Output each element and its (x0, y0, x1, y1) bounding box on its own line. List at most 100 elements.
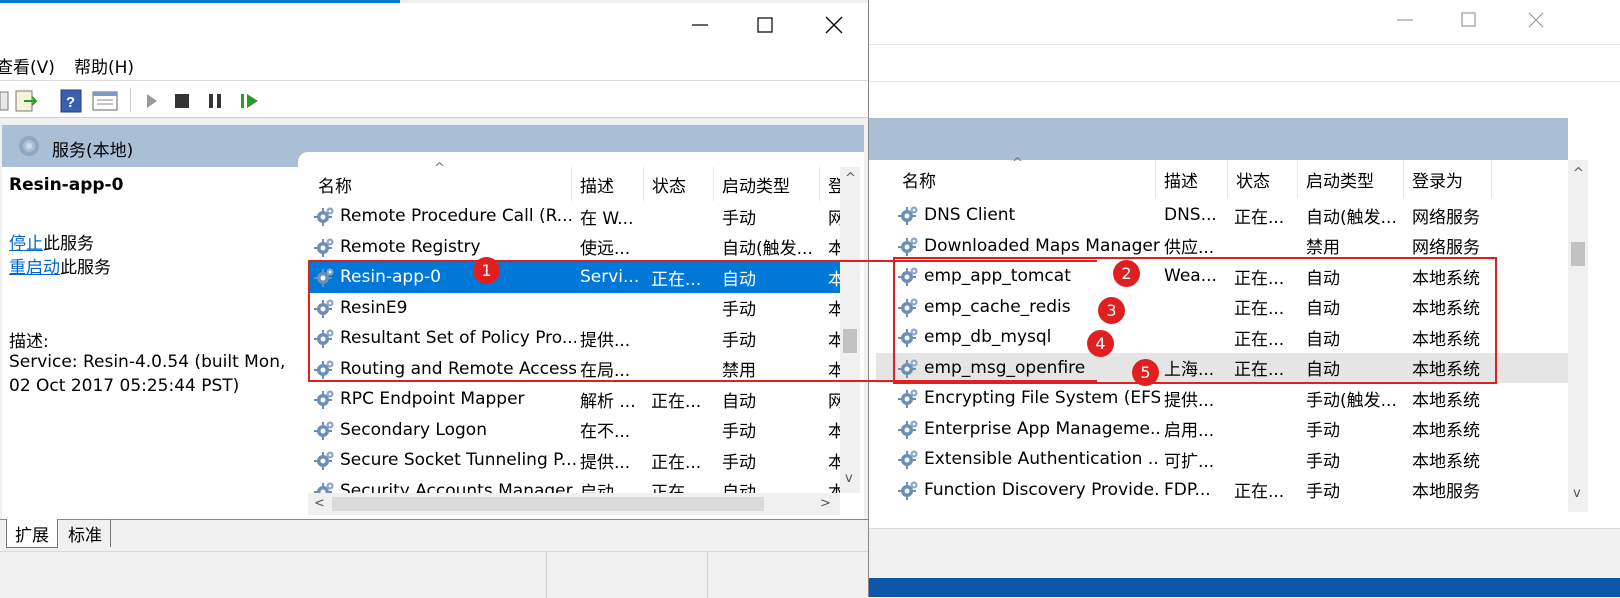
left-hscrollbar[interactable]: < > (308, 493, 840, 515)
menu-view[interactable]: 查看(V) (0, 53, 55, 78)
start-service-icon[interactable] (142, 89, 162, 113)
minimize-button[interactable] (1383, 8, 1423, 32)
cell-text: 网络服务 (1412, 207, 1480, 228)
column-status[interactable]: 状态 (644, 167, 714, 201)
stop-service-icon[interactable] (172, 89, 192, 113)
maximize-button[interactable] (1448, 8, 1488, 32)
cell-text: 网 (828, 391, 840, 412)
export-list-icon[interactable] (0, 89, 10, 113)
cell-text: 手动 (722, 422, 756, 443)
scroll-down-icon[interactable]: v (1573, 486, 1581, 501)
table-row[interactable]: RPC Endpoint Mapper 解析 ... 正在... 自动 网 (308, 384, 840, 415)
restart-service-link[interactable]: 重启动 (9, 258, 60, 278)
taskbar-strip (868, 578, 1620, 597)
scroll-right-icon[interactable]: > (820, 496, 831, 511)
table-row[interactable]: Remote Procedure Call (R... 在 W... 手动 网 (308, 201, 840, 232)
minimize-icon (692, 24, 708, 26)
restart-line: 重启动此服务 (9, 253, 111, 278)
tab-extended[interactable]: 扩展 (6, 519, 58, 548)
cell-text: 本地系统 (1412, 451, 1480, 472)
selected-service-name: Resin-app-0 (9, 175, 124, 195)
restart-service-icon[interactable] (238, 89, 262, 113)
table-row[interactable]: Secondary Logon 在不... 手动 本 (308, 415, 840, 446)
cell-logon: 网 (828, 384, 840, 415)
cell-text: 启用... (1164, 421, 1215, 442)
svg-text:?: ? (66, 94, 75, 111)
column-name[interactable]: 名称 (894, 160, 1156, 198)
cell-text: 本 (828, 239, 840, 260)
title-bar[interactable] (0, 3, 868, 46)
close-button[interactable] (1516, 8, 1556, 32)
column-startup[interactable]: 启动类型 (714, 167, 820, 201)
column-desc[interactable]: 描述 (1156, 160, 1228, 198)
service-gear-icon (898, 389, 918, 409)
export-icon[interactable] (14, 89, 40, 113)
table-row[interactable]: Secure Socket Tunneling P... 提供... 正在... 手动… (308, 445, 840, 476)
cell-text: 本地服务 (1412, 482, 1480, 503)
cell-status: 正在... (651, 384, 721, 415)
cell-text: 网 (828, 208, 840, 229)
cell-logon: 本地系统 (1412, 414, 1498, 445)
table-row[interactable]: Encrypting File System (EFS) 提供... 手动(触发..… (876, 383, 1568, 414)
table-row[interactable]: DNS Client DNS... 正在... 自动(触发... 网络服务 (876, 200, 1568, 231)
column-status[interactable]: 状态 (1228, 160, 1298, 198)
cell-logon: 网 (828, 201, 840, 232)
cell-text: 正在... (1234, 207, 1285, 228)
cell-startup: 手动 (1306, 475, 1410, 506)
column-logon[interactable]: 登录为 (1404, 160, 1492, 198)
cell-text: 手动 (1306, 421, 1340, 442)
panel-title: 服务(本地) (52, 141, 134, 161)
column-desc[interactable]: 描述 (572, 167, 644, 201)
cell-text: 禁用 (1306, 238, 1340, 259)
tab-standard[interactable]: 标准 (60, 519, 111, 547)
scroll-up-icon[interactable]: ^ (1573, 166, 1584, 181)
properties-icon[interactable] (92, 89, 118, 113)
cell-name: Extensible Authentication ... (898, 444, 1160, 475)
status-divider (546, 552, 547, 598)
table-row[interactable]: Security Accounts Manager 启动... 正在... 自动 本 (308, 476, 840, 493)
cell-desc: 使远... (580, 232, 650, 263)
pause-service-icon[interactable] (205, 89, 225, 113)
cell-text: 在 W... (580, 208, 634, 229)
minimize-icon (1397, 19, 1413, 21)
table-row[interactable]: Remote Registry 使远... 自动(触发... 本 (308, 232, 840, 263)
scroll-left-icon[interactable]: < (314, 496, 325, 511)
service-gear-icon (898, 237, 918, 256)
cell-logon: 本 (828, 445, 840, 476)
table-row[interactable]: Function Discovery Provide... FDP... 正在...… (876, 475, 1568, 506)
menu-bar: 查看(V) 帮助(H) (0, 46, 868, 81)
cell-text: Encrypting File System (EFS) (924, 388, 1160, 409)
column-startup[interactable]: 启动类型 (1298, 160, 1404, 198)
table-row[interactable]: Enterprise App Manageme... 启用... 手动 本地系统 (876, 414, 1568, 445)
toolbar-separator (130, 88, 131, 112)
cell-text: Function Discovery Provide... (924, 479, 1160, 500)
cell-desc: 提供... (1164, 383, 1234, 414)
hscroll-thumb[interactable] (332, 497, 764, 511)
tab-bar (0, 519, 868, 552)
cell-startup: 手动 (1306, 414, 1410, 445)
stop-service-link[interactable]: 停止 (9, 234, 43, 254)
cell-logon: 网络服务 (1412, 200, 1498, 231)
cell-desc: 提供... (580, 445, 650, 476)
maximize-button[interactable] (742, 11, 788, 39)
scroll-thumb[interactable] (1571, 242, 1585, 266)
right-vscrollbar[interactable]: ^ v (1568, 160, 1588, 512)
cell-status: 正在... (1234, 200, 1304, 231)
minimize-button[interactable] (676, 11, 722, 39)
cell-logon: 本地系统 (1412, 383, 1498, 414)
menu-help[interactable]: 帮助(H) (74, 53, 134, 78)
cell-status (651, 201, 721, 232)
help-icon[interactable]: ? (60, 89, 82, 113)
close-button[interactable] (810, 11, 856, 39)
service-gear-icon (314, 482, 334, 493)
table-row[interactable]: Extensible Authentication ... 可扩... 手动 本地系统 (876, 444, 1568, 475)
scroll-up-icon[interactable]: ^ (845, 171, 856, 186)
cell-status: 正在... (1234, 475, 1304, 506)
cell-desc: 解析 ... (580, 384, 650, 415)
cell-text: 手动 (1306, 482, 1340, 503)
annotation-badge-2: 2 (1113, 260, 1140, 287)
cell-logon: 本地系统 (1412, 444, 1498, 475)
close-icon (825, 16, 843, 34)
scroll-down-icon[interactable]: v (845, 471, 853, 486)
cell-logon: 本 (828, 232, 840, 263)
